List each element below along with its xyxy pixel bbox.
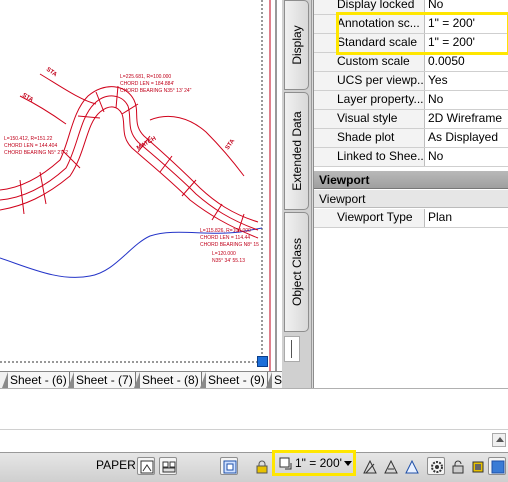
prop-name: Visual style — [314, 110, 425, 128]
properties-palette: Display Extended Data Object Class Displ… — [282, 0, 508, 388]
prop-value[interactable]: 2D Wireframe — [426, 110, 508, 128]
curve-label-10: L=120.000 — [212, 251, 236, 257]
tab-extended-data-label: Extended Data — [289, 111, 304, 191]
prop-row-display-locked[interactable]: Display locked No — [314, 0, 508, 15]
prop-name: Display locked — [314, 0, 425, 14]
curve-label-5: CHORD LEN = 144.404 — [4, 143, 57, 149]
prop-row-layer-property-overrides[interactable]: Layer property... No — [314, 91, 508, 110]
prop-row-custom-scale[interactable]: Custom scale 0.0050 — [314, 53, 508, 72]
quick-view-drawings-icon[interactable] — [159, 457, 177, 475]
sheet-tab-label: Sheet - (8) — [142, 373, 199, 387]
prop-value[interactable]: As Displayed — [426, 129, 508, 147]
workspace-switch-icon[interactable] — [402, 457, 420, 475]
prop-value[interactable]: 1" = 200' — [426, 15, 508, 33]
tab-display[interactable]: Display — [284, 0, 309, 90]
category-viewport[interactable]: Viewport — [314, 171, 508, 189]
prop-name: Standard scale — [314, 34, 425, 52]
command-line-input[interactable] — [0, 429, 508, 453]
prop-name: UCS per viewp... — [314, 72, 425, 90]
prop-row-standard-scale[interactable]: Standard scale 1" = 200' — [314, 34, 508, 53]
sheet-tab-label: Sheet - (9) — [208, 373, 265, 387]
prop-name: Annotation sc... — [314, 15, 425, 33]
prop-value[interactable]: No — [426, 0, 508, 14]
sheet-tab-8[interactable]: Sheet - (8) — [134, 372, 202, 388]
command-history-area — [0, 388, 508, 453]
tab-display-label: Display — [289, 25, 304, 65]
prop-value[interactable]: Plan — [426, 209, 508, 227]
sheet-tab-9[interactable]: Sheet - (9) — [200, 372, 268, 388]
curve-label-1: L=225.681, R=100.000 — [120, 74, 171, 80]
prop-value[interactable]: No — [426, 91, 508, 109]
status-bar: PAPER — [0, 452, 508, 482]
curve-label-6: CHORD BEARING N5° 27' 2 — [4, 150, 68, 156]
prop-value[interactable]: 1" = 200' — [426, 34, 508, 52]
prop-row-ucs-per-viewport[interactable]: UCS per viewp... Yes — [314, 72, 508, 91]
maximize-viewport-icon[interactable] — [220, 457, 238, 475]
viewport-scale-highlight — [272, 450, 356, 476]
hardware-acceleration-icon[interactable] — [468, 457, 486, 475]
palette-scroll-control[interactable] — [284, 336, 300, 362]
gear-icon[interactable] — [427, 457, 445, 475]
prop-name: Viewport Type — [314, 209, 425, 227]
prop-row-linked-to-sheet-view[interactable]: Linked to Shee... No — [314, 148, 508, 167]
prop-row-viewport-type[interactable]: Viewport Type Plan — [314, 209, 508, 228]
prop-value[interactable]: No — [426, 148, 508, 166]
command-history-toggle[interactable] — [492, 433, 506, 447]
prop-name: Linked to Shee... — [314, 148, 425, 166]
lock-viewport-icon[interactable] — [252, 457, 270, 475]
sheet-tab-label: Sheet - (7) — [76, 373, 133, 387]
property-grid: Display locked No Annotation sc... 1" = … — [313, 0, 508, 388]
curve-label-7: L=115.826, R=100.000 — [200, 228, 251, 234]
paper-space-toggle[interactable]: PAPER — [96, 458, 136, 478]
prop-row-shade-plot[interactable]: Shade plot As Displayed — [314, 129, 508, 148]
curve-label-3: CHORD BEARING N35° 13' 24" — [120, 88, 192, 94]
tab-extended-data[interactable]: Extended Data — [284, 92, 309, 210]
curve-label-9: CHORD BEARING N8° 15 — [200, 242, 259, 248]
prop-name: Custom scale — [314, 53, 425, 71]
curve-label-11: N35° 34' 55.13 — [212, 258, 245, 264]
quick-view-layouts-icon[interactable] — [137, 457, 155, 475]
prop-value[interactable]: Yes — [426, 72, 508, 90]
clean-screen-icon[interactable] — [488, 457, 506, 475]
tab-object-class[interactable]: Object Class — [284, 212, 309, 332]
curve-label-8: CHORD LEN = 114.44 — [200, 235, 250, 241]
prop-name: Shade plot — [314, 129, 425, 147]
lock-icon[interactable] — [448, 457, 466, 475]
palette-side-tabs: Display Extended Data Object Class — [282, 0, 312, 388]
prop-value[interactable]: 0.0050 — [426, 53, 508, 71]
prop-row-annotation-scale[interactable]: Annotation sc... 1" = 200' — [314, 15, 508, 34]
drawing-viewport[interactable]: L=225.681, R=100.000 CHORD LEN = 184.884… — [0, 0, 282, 372]
annotation-visibility-icon[interactable] — [360, 457, 378, 475]
viewport-grip-handle[interactable] — [257, 356, 268, 367]
tab-object-class-label: Object Class — [289, 237, 304, 307]
sheet-tab-label: Sheet - (6) — [10, 373, 67, 387]
property-grid-empty-area — [314, 228, 508, 388]
curve-label-4: L=150.412, R=151.22 — [4, 136, 53, 142]
svg-text:STA: STA — [45, 67, 58, 79]
sheet-tab-6[interactable]: Sheet - (6) — [2, 372, 70, 388]
sheet-tab-7[interactable]: Sheet - (7) — [68, 372, 136, 388]
svg-text:STA: STA — [225, 138, 237, 151]
drawing-svg: L=225.681, R=100.000 CHORD LEN = 184.884… — [0, 0, 277, 372]
subcategory-viewport[interactable]: Viewport — [314, 190, 508, 208]
prop-row-visual-style[interactable]: Visual style 2D Wireframe — [314, 110, 508, 129]
prop-name: Layer property... — [314, 91, 425, 109]
auto-scale-icon[interactable] — [381, 457, 399, 475]
layout-tab-bar: Sheet - (6) Sheet - (7) Sheet - (8) Shee… — [0, 371, 300, 388]
curve-label-2: CHORD LEN = 184.884' — [120, 81, 174, 87]
